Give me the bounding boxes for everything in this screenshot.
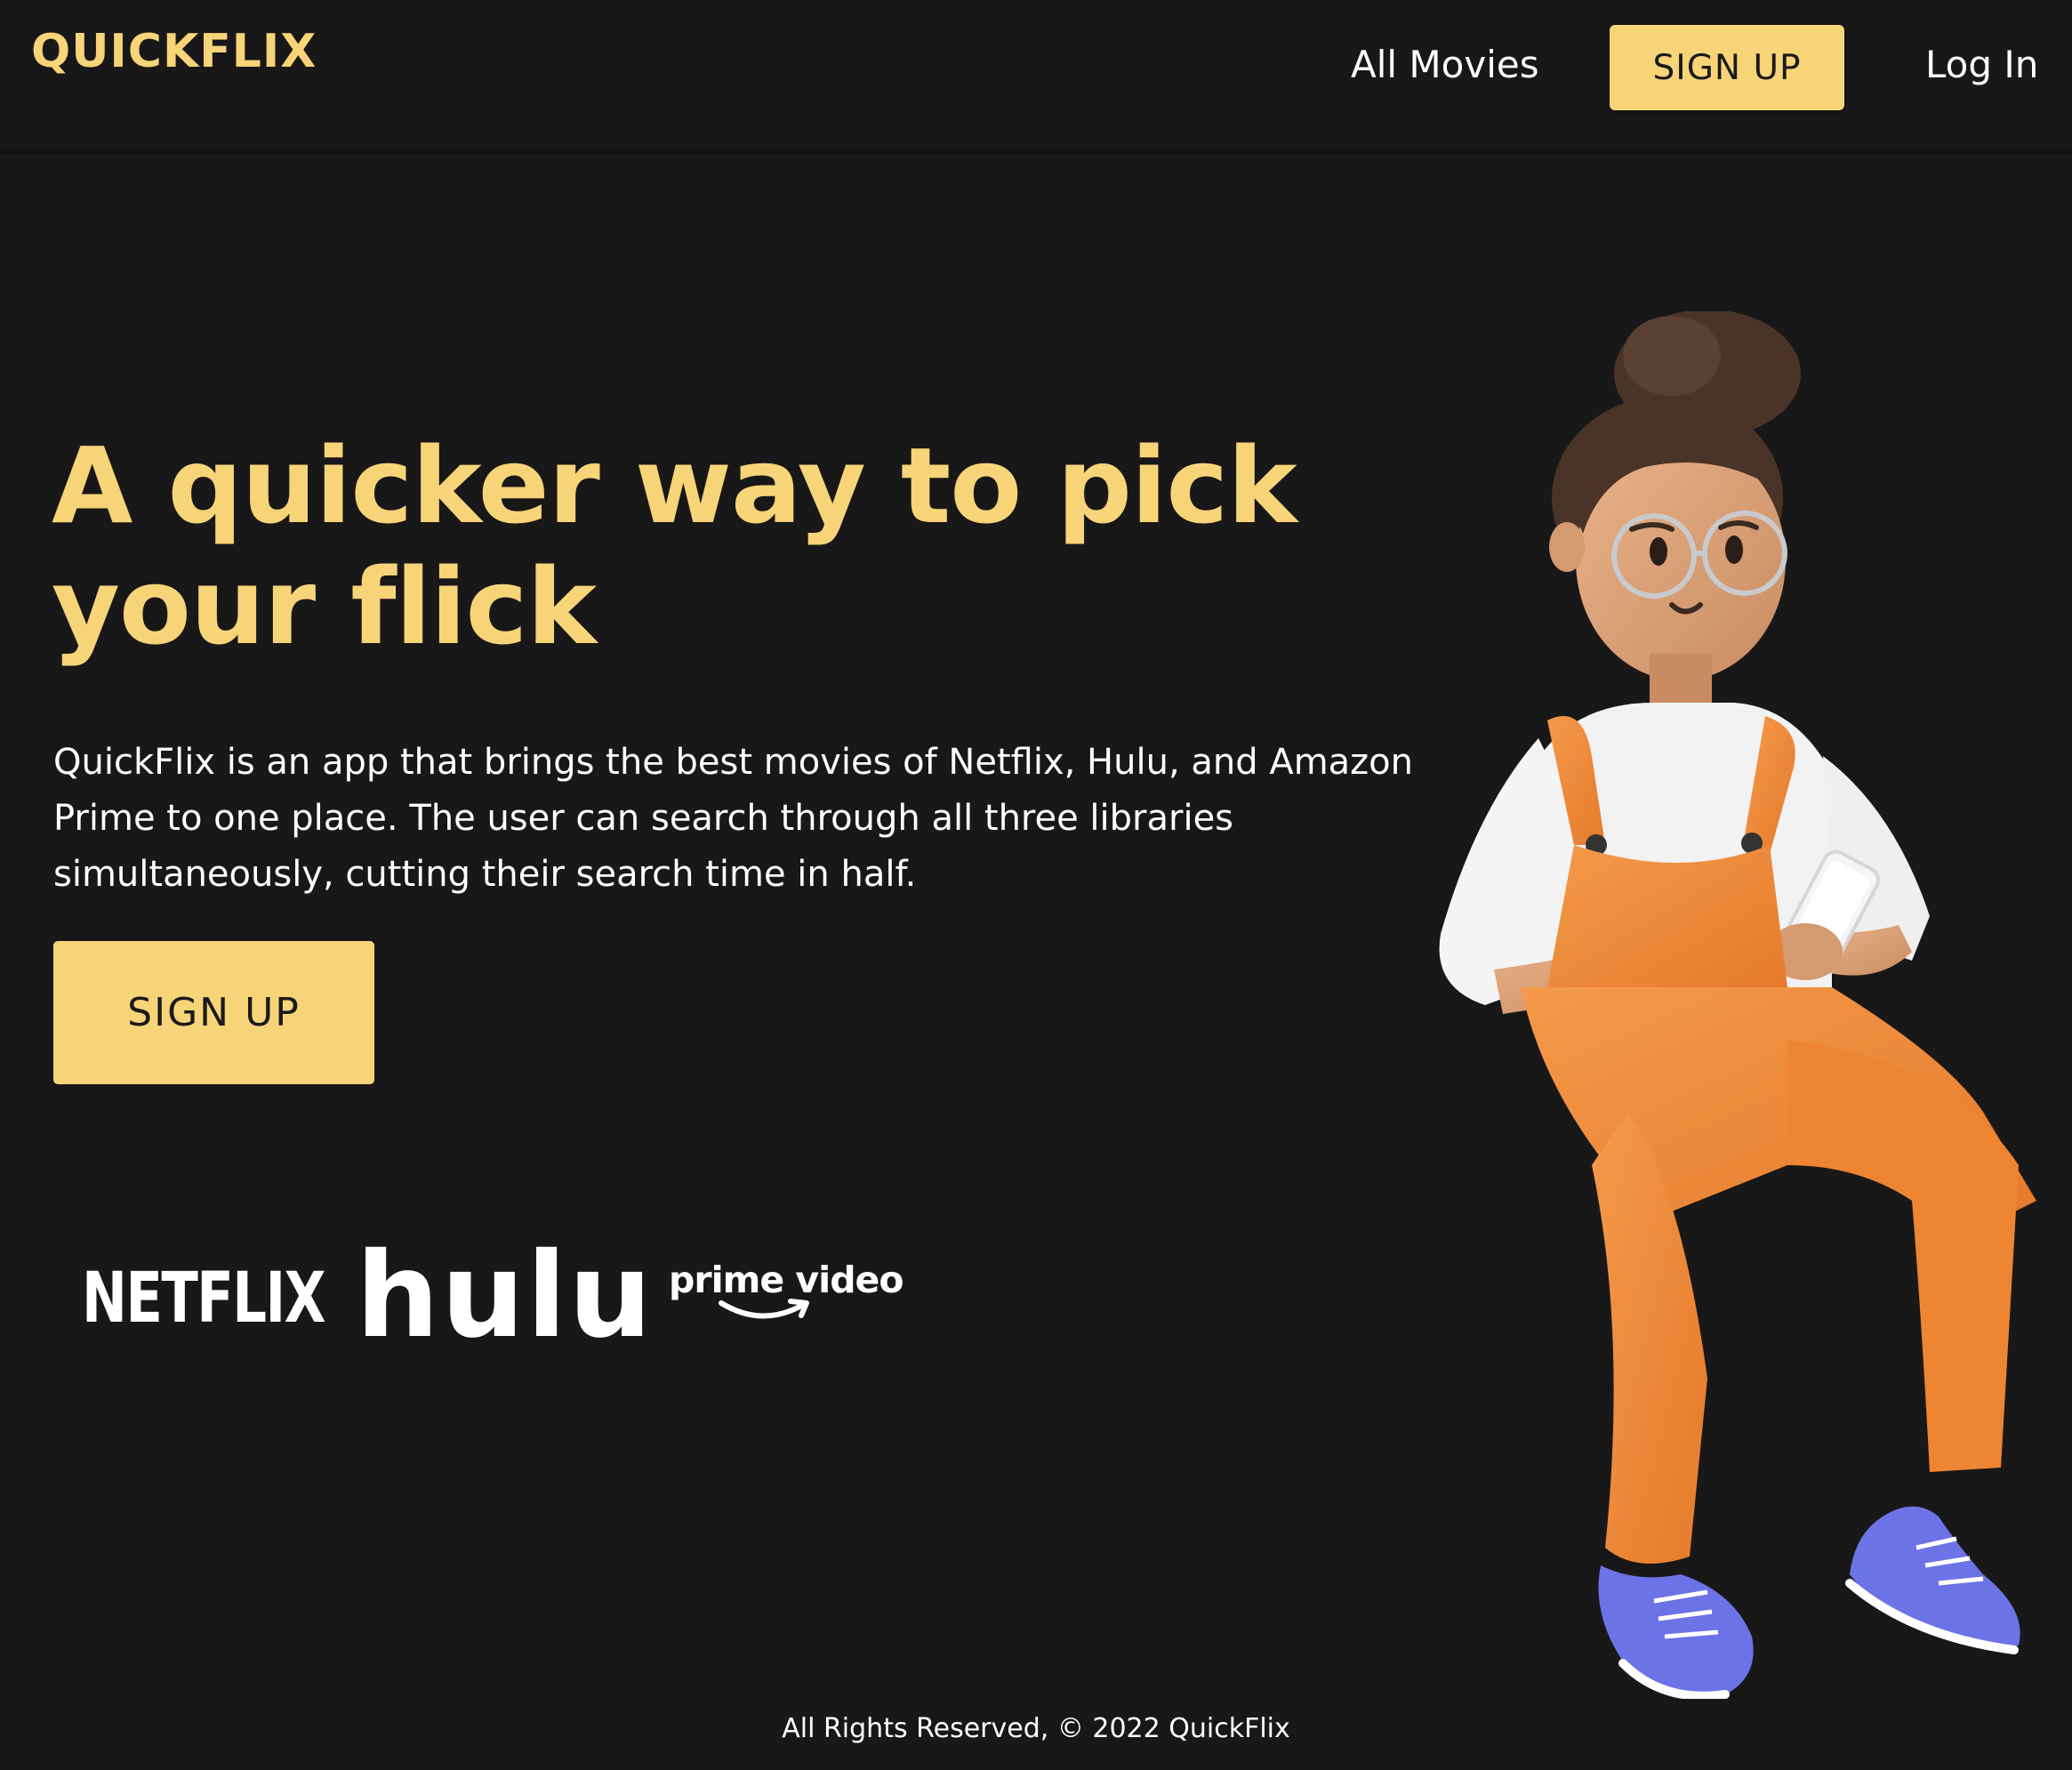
hero-description: QuickFlix is an app that brings the best… — [53, 742, 1414, 895]
prime-video-logo-text: prime video — [669, 1259, 904, 1301]
netflix-logo: NETFLIX — [82, 1259, 325, 1339]
nav-all-movies-link[interactable]: All Movies — [1351, 43, 1539, 86]
quickflix-logo[interactable]: QUICKFLIX — [31, 25, 317, 78]
nav-sign-up-button[interactable]: SIGN UP — [1610, 25, 1844, 110]
woman-with-phone-illustration — [1414, 310, 2036, 1701]
hero-title: A quicker way to pick your flick — [52, 424, 1297, 668]
woman-with-phone-icon — [1439, 310, 2036, 1701]
footer-copyright: All Rights Reserved, © 2022 QuickFlix — [782, 1713, 1290, 1744]
amazon-smile-icon — [719, 1299, 809, 1319]
hulu-logo: hulu — [356, 1227, 655, 1364]
nav-log-in-link[interactable]: Log In — [1925, 43, 2038, 86]
top-navbar: QUICKFLIX All Movies SIGN UP Log In — [0, 0, 2072, 153]
prime-video-logo: prime video — [669, 1259, 904, 1324]
hero-sign-up-button[interactable]: SIGN UP — [53, 941, 374, 1084]
